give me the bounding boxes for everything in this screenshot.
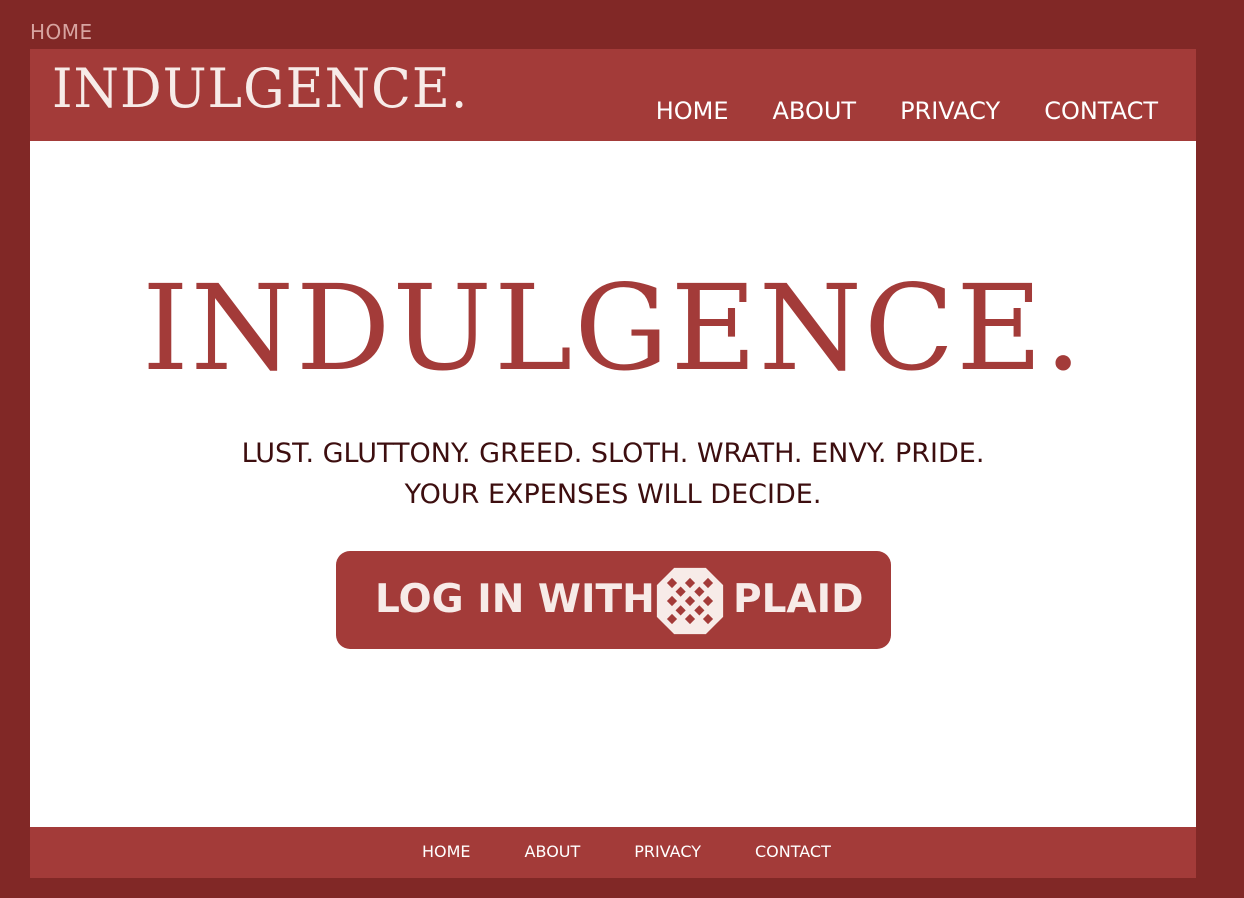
nav-about-link[interactable]: ABOUT	[773, 97, 857, 125]
site-logo[interactable]: INDULGENCE.	[52, 62, 468, 117]
page: INDULGENCE. HOME ABOUT PRIVACY CONTACT I…	[30, 49, 1196, 878]
plaid-logo-icon	[656, 567, 724, 635]
login-button-label: LOG IN WITH	[375, 577, 655, 622]
hero-tagline: LUST. GLUTTONY. GREED. SLOTH. WRATH. ENV…	[30, 433, 1196, 515]
footer-nav: HOME ABOUT PRIVACY CONTACT	[422, 842, 831, 861]
footer-home-link[interactable]: HOME	[422, 842, 471, 861]
nav-home-link[interactable]: HOME	[656, 97, 729, 125]
tagline-line-2: YOUR EXPENSES WILL DECIDE.	[404, 479, 822, 510]
tagline-line-1: LUST. GLUTTONY. GREED. SLOTH. WRATH. ENV…	[241, 438, 985, 469]
plaid-brand-label: PLAID	[733, 577, 864, 622]
main-nav: HOME ABOUT PRIVACY CONTACT	[656, 97, 1158, 125]
footer-contact-link[interactable]: CONTACT	[755, 842, 831, 861]
page-tab-label: HOME	[30, 20, 93, 44]
nav-contact-link[interactable]: CONTACT	[1044, 97, 1158, 125]
footer-about-link[interactable]: ABOUT	[525, 842, 581, 861]
footer-bar: HOME ABOUT PRIVACY CONTACT	[30, 827, 1196, 878]
hero-title: INDULGENCE.	[142, 259, 1084, 397]
footer-privacy-link[interactable]: PRIVACY	[634, 842, 701, 861]
top-navigation-bar: INDULGENCE. HOME ABOUT PRIVACY CONTACT	[30, 49, 1196, 141]
nav-privacy-link[interactable]: PRIVACY	[900, 97, 1000, 125]
login-with-plaid-button[interactable]: LOG IN WITH PLAID	[336, 551, 891, 649]
